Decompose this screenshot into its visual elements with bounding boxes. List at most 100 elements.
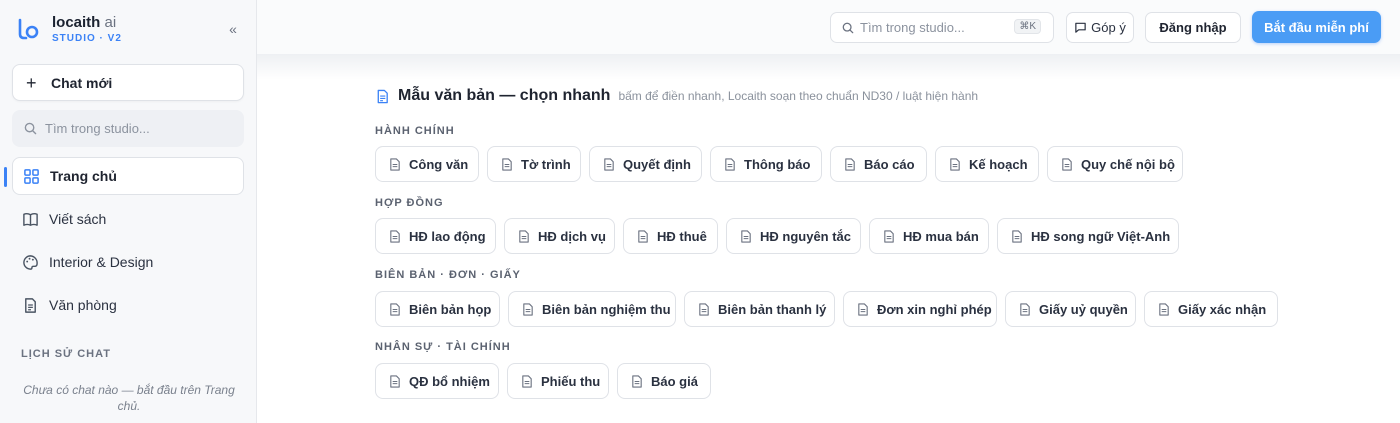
sidebar-search[interactable] [12, 110, 244, 147]
templates-description: bấm để điền nhanh, Locaith soạn theo chu… [618, 89, 979, 103]
sidebar-item-home[interactable]: Trang chủ [4, 157, 244, 195]
template-chip[interactable]: Biên bản nghiệm thu [508, 291, 676, 327]
chip-row-contracts: HĐ lao động HĐ dịch vụ HĐ thuê HĐ nguyên tắ… [375, 218, 1187, 254]
login-button[interactable]: Đăng nhập [1145, 12, 1241, 43]
search-icon [842, 22, 854, 33]
sidebar-item-office[interactable]: Văn phòng [12, 286, 244, 324]
palette-icon [23, 254, 38, 270]
template-chip[interactable]: Đơn xin nghỉ phép [843, 291, 997, 327]
template-chip-label: Kế hoạch [969, 156, 1028, 172]
template-chip-label: Biên bản thanh lý [718, 301, 827, 317]
feedback-label: Góp ý [1091, 20, 1126, 35]
collapse-sidebar-icon[interactable]: « [225, 21, 241, 37]
top-search[interactable]: ⌘K [830, 12, 1054, 43]
template-chip-label: Phiếu thu [541, 373, 601, 389]
chip-row-hr-finance: QĐ bổ nhiệm Phiếu thu Báo giá [375, 363, 719, 399]
group-label-minutes-forms: BIÊN BẢN · ĐƠN · GIẤY [375, 269, 521, 281]
template-chip[interactable]: HĐ dịch vụ [504, 218, 615, 254]
feedback-button[interactable]: Góp ý [1066, 12, 1134, 43]
template-chip-label: Công văn [409, 156, 469, 172]
sidebar: locaith ai STUDIO · V2 « + Chat mới Tran… [0, 0, 257, 423]
template-chip-label: Thông báo [744, 156, 811, 172]
template-chip-label: Biên bản nghiệm thu [542, 301, 671, 317]
top-search-input[interactable] [860, 20, 1010, 35]
template-chip-label: HĐ dịch vụ [538, 228, 606, 244]
template-chip[interactable]: Báo giá [617, 363, 711, 399]
sidebar-nav: Trang chủ Viết sách Interior & Design Vă… [4, 157, 244, 329]
document-icon [1012, 229, 1022, 243]
document-icon [632, 374, 642, 388]
search-shortcut: ⌘K [1014, 19, 1041, 34]
document-icon [699, 302, 709, 316]
template-chip[interactable]: HĐ thuê [623, 218, 718, 254]
document-icon [725, 157, 735, 171]
template-chip[interactable]: Công văn [375, 146, 479, 182]
document-icon [1020, 302, 1030, 316]
template-chip[interactable]: Quy chế nội bộ [1047, 146, 1183, 182]
document-icon [502, 157, 512, 171]
document-icon [858, 302, 868, 316]
template-chip[interactable]: Quyết định [589, 146, 702, 182]
template-chip-label: Giấy uỷ quyền [1039, 301, 1128, 317]
start-free-button[interactable]: Bắt đầu miễn phí [1252, 11, 1381, 43]
template-chip[interactable]: Biên bản thanh lý [684, 291, 835, 327]
chat-history-empty: Chưa có chat nào — bắt đầu trên Trang ch… [23, 383, 235, 413]
document-icon [390, 374, 400, 388]
message-icon [1075, 22, 1086, 33]
document-icon [390, 302, 400, 316]
template-chip-label: Giấy xác nhận [1178, 301, 1267, 317]
template-chip[interactable]: Báo cáo [830, 146, 927, 182]
plus-icon: + [26, 72, 37, 93]
template-chip-label: Biên bản họp [409, 301, 492, 317]
document-icon [522, 374, 532, 388]
template-chip-label: Quy chế nội bộ [1081, 156, 1175, 172]
template-chip[interactable]: Biên bản họp [375, 291, 500, 327]
template-chip-label: QĐ bổ nhiệm [409, 373, 490, 389]
document-icon [390, 157, 400, 171]
sidebar-item-label: Văn phòng [49, 297, 117, 313]
document-icon [638, 229, 648, 243]
grid-icon [24, 168, 39, 184]
document-icon [884, 229, 894, 243]
template-chip[interactable]: Thông báo [710, 146, 822, 182]
template-chip[interactable]: HĐ lao động [375, 218, 496, 254]
template-chip-label: Báo cáo [864, 156, 915, 172]
document-icon [523, 302, 533, 316]
sidebar-item-label: Trang chủ [50, 168, 117, 184]
group-label-administrative: HÀNH CHÍNH [375, 125, 455, 137]
template-chip-label: HĐ nguyên tắc [760, 228, 852, 244]
document-icon [950, 157, 960, 171]
template-chip-label: Tờ trình [521, 156, 571, 172]
template-chip[interactable]: Kế hoạch [935, 146, 1039, 182]
template-chip-label: Đơn xin nghỉ phép [877, 301, 992, 317]
document-icon [390, 229, 400, 243]
document-icon [845, 157, 855, 171]
template-chip-label: HĐ song ngữ Việt-Anh [1031, 228, 1171, 244]
brand-subtitle: STUDIO · V2 [52, 32, 122, 44]
template-chip-label: HĐ thuê [657, 228, 707, 244]
brand-name: locaith ai [52, 13, 117, 31]
template-chip-label: HĐ mua bán [903, 228, 979, 244]
template-chip[interactable]: HĐ mua bán [869, 218, 989, 254]
brand-name-suffix: ai [104, 13, 117, 31]
sidebar-item-label: Viết sách [49, 211, 107, 227]
sidebar-item-label: Interior & Design [49, 254, 154, 270]
sidebar-item-interior-design[interactable]: Interior & Design [12, 243, 244, 281]
sidebar-item-write-book[interactable]: Viết sách [12, 200, 244, 238]
template-chip-label: Báo giá [651, 373, 698, 389]
document-icon [25, 297, 36, 313]
template-chip[interactable]: HĐ nguyên tắc [726, 218, 861, 254]
header-fade [257, 54, 1400, 80]
new-chat-button[interactable]: + Chat mới [12, 64, 244, 101]
brand[interactable]: locaith ai STUDIO · V2 « [16, 13, 241, 45]
sidebar-search-input[interactable] [45, 121, 225, 136]
template-chip[interactable]: Phiếu thu [507, 363, 609, 399]
template-chip[interactable]: Giấy xác nhận [1144, 291, 1278, 327]
template-chip[interactable]: Giấy uỷ quyền [1005, 291, 1136, 327]
chip-row-administrative: Công văn Tờ trình Quyết định Thông báo Báo c… [375, 146, 1191, 182]
template-chip[interactable]: Tờ trình [487, 146, 581, 182]
template-chip[interactable]: QĐ bổ nhiệm [375, 363, 499, 399]
document-icon [377, 89, 388, 103]
template-chip[interactable]: HĐ song ngữ Việt-Anh [997, 218, 1179, 254]
document-icon [519, 229, 529, 243]
